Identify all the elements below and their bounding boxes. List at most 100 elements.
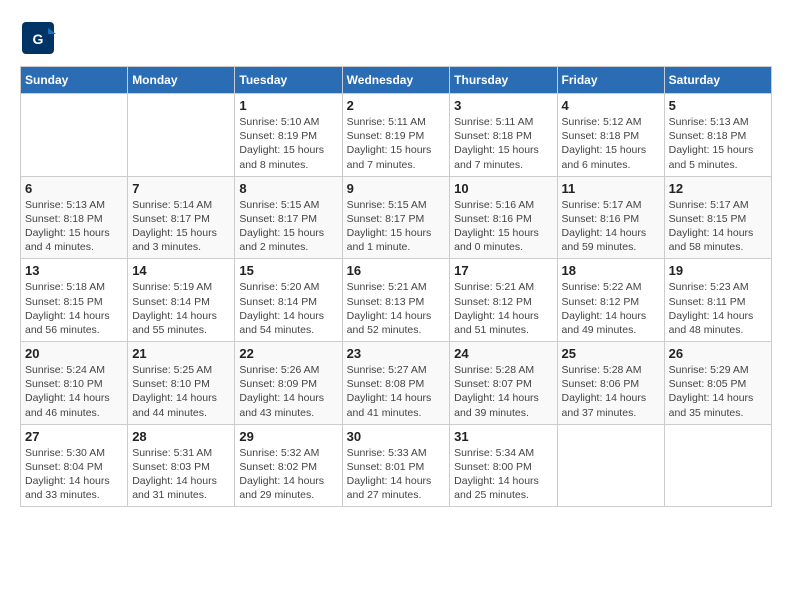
weekday-header: Saturday	[664, 67, 771, 94]
calendar-week-row: 6Sunrise: 5:13 AM Sunset: 8:18 PM Daylig…	[21, 176, 772, 259]
day-info: Sunrise: 5:15 AM Sunset: 8:17 PM Dayligh…	[239, 198, 337, 255]
calendar-cell: 22 Sunrise: 5:26 AM Sunset: 8:09 PM Dayli…	[235, 342, 342, 425]
day-info: Sunrise: 5:22 AM Sunset: 8:12 PM Dayligh…	[562, 280, 660, 337]
calendar-cell	[21, 94, 128, 177]
day-number: 14	[132, 263, 230, 278]
day-number: 4	[562, 98, 660, 113]
day-info: Sunrise: 5:16 AM Sunset: 8:16 PM Dayligh…	[454, 198, 552, 255]
day-info: Sunrise: 5:28 AM Sunset: 8:06 PM Dayligh…	[562, 363, 660, 420]
calendar-cell: 19Sunrise: 5:23 AM Sunset: 8:11 PM Dayli…	[664, 259, 771, 342]
day-info: Sunrise: 5:17 AM Sunset: 8:15 PM Dayligh…	[669, 198, 767, 255]
day-number: 26	[669, 346, 767, 361]
calendar-cell: 18 Sunrise: 5:22 AM Sunset: 8:12 PM Dayli…	[557, 259, 664, 342]
day-number: 5	[669, 98, 767, 113]
calendar-cell	[128, 94, 235, 177]
calendar-cell: 11 Sunrise: 5:17 AM Sunset: 8:16 PM Dayli…	[557, 176, 664, 259]
day-number: 15	[239, 263, 337, 278]
weekday-header: Thursday	[450, 67, 557, 94]
day-number: 3	[454, 98, 552, 113]
calendar-cell: 2Sunrise: 5:11 AM Sunset: 8:19 PM Daylig…	[342, 94, 450, 177]
day-info: Sunrise: 5:25 AM Sunset: 8:10 PM Dayligh…	[132, 363, 230, 420]
day-info: Sunrise: 5:13 AM Sunset: 8:18 PM Dayligh…	[25, 198, 123, 255]
svg-text:G: G	[33, 31, 44, 47]
calendar-cell: 17Sunrise: 5:21 AM Sunset: 8:12 PM Dayli…	[450, 259, 557, 342]
day-number: 24	[454, 346, 552, 361]
calendar-week-row: 1Sunrise: 5:10 AM Sunset: 8:19 PM Daylig…	[21, 94, 772, 177]
day-info: Sunrise: 5:18 AM Sunset: 8:15 PM Dayligh…	[25, 280, 123, 337]
calendar-cell: 26 Sunrise: 5:29 AM Sunset: 8:05 PM Dayli…	[664, 342, 771, 425]
day-info: Sunrise: 5:17 AM Sunset: 8:16 PM Dayligh…	[562, 198, 660, 255]
page-header: G	[20, 20, 772, 56]
day-number: 22	[239, 346, 337, 361]
calendar-cell: 29 Sunrise: 5:32 AM Sunset: 8:02 PM Dayli…	[235, 424, 342, 507]
day-info: Sunrise: 5:10 AM Sunset: 8:19 PM Dayligh…	[239, 115, 337, 172]
day-info: Sunrise: 5:31 AM Sunset: 8:03 PM Dayligh…	[132, 446, 230, 503]
calendar-week-row: 13 Sunrise: 5:18 AM Sunset: 8:15 PM Dayli…	[21, 259, 772, 342]
calendar-cell: 3 Sunrise: 5:11 AM Sunset: 8:18 PM Daylig…	[450, 94, 557, 177]
calendar-cell: 5 Sunrise: 5:13 AM Sunset: 8:18 PM Daylig…	[664, 94, 771, 177]
calendar-week-row: 27Sunrise: 5:30 AM Sunset: 8:04 PM Dayli…	[21, 424, 772, 507]
calendar-cell: 31Sunrise: 5:34 AM Sunset: 8:00 PM Dayli…	[450, 424, 557, 507]
day-info: Sunrise: 5:13 AM Sunset: 8:18 PM Dayligh…	[669, 115, 767, 172]
calendar-cell: 30 Sunrise: 5:33 AM Sunset: 8:01 PM Dayli…	[342, 424, 450, 507]
calendar-cell: 8 Sunrise: 5:15 AM Sunset: 8:17 PM Daylig…	[235, 176, 342, 259]
day-number: 31	[454, 429, 552, 444]
day-number: 23	[347, 346, 446, 361]
calendar-cell: 9Sunrise: 5:15 AM Sunset: 8:17 PM Daylig…	[342, 176, 450, 259]
calendar-cell: 14 Sunrise: 5:19 AM Sunset: 8:14 PM Dayli…	[128, 259, 235, 342]
day-info: Sunrise: 5:11 AM Sunset: 8:18 PM Dayligh…	[454, 115, 552, 172]
calendar-cell: 7 Sunrise: 5:14 AM Sunset: 8:17 PM Daylig…	[128, 176, 235, 259]
calendar-cell: 24 Sunrise: 5:28 AM Sunset: 8:07 PM Dayli…	[450, 342, 557, 425]
day-info: Sunrise: 5:26 AM Sunset: 8:09 PM Dayligh…	[239, 363, 337, 420]
calendar-cell: 4 Sunrise: 5:12 AM Sunset: 8:18 PM Daylig…	[557, 94, 664, 177]
day-number: 18	[562, 263, 660, 278]
day-info: Sunrise: 5:14 AM Sunset: 8:17 PM Dayligh…	[132, 198, 230, 255]
calendar-cell: 27Sunrise: 5:30 AM Sunset: 8:04 PM Dayli…	[21, 424, 128, 507]
logo-icon: G	[20, 20, 56, 56]
day-number: 16	[347, 263, 446, 278]
calendar-cell: 28 Sunrise: 5:31 AM Sunset: 8:03 PM Dayli…	[128, 424, 235, 507]
day-info: Sunrise: 5:21 AM Sunset: 8:13 PM Dayligh…	[347, 280, 446, 337]
calendar-week-row: 20 Sunrise: 5:24 AM Sunset: 8:10 PM Dayli…	[21, 342, 772, 425]
calendar-cell: 25Sunrise: 5:28 AM Sunset: 8:06 PM Dayli…	[557, 342, 664, 425]
calendar-cell: 16 Sunrise: 5:21 AM Sunset: 8:13 PM Dayli…	[342, 259, 450, 342]
calendar-cell: 12 Sunrise: 5:17 AM Sunset: 8:15 PM Dayli…	[664, 176, 771, 259]
day-info: Sunrise: 5:24 AM Sunset: 8:10 PM Dayligh…	[25, 363, 123, 420]
day-number: 8	[239, 181, 337, 196]
day-number: 12	[669, 181, 767, 196]
weekday-header-row: SundayMondayTuesdayWednesdayThursdayFrid…	[21, 67, 772, 94]
day-number: 20	[25, 346, 123, 361]
day-info: Sunrise: 5:20 AM Sunset: 8:14 PM Dayligh…	[239, 280, 337, 337]
day-info: Sunrise: 5:11 AM Sunset: 8:19 PM Dayligh…	[347, 115, 446, 172]
calendar-cell: 13 Sunrise: 5:18 AM Sunset: 8:15 PM Dayli…	[21, 259, 128, 342]
day-info: Sunrise: 5:30 AM Sunset: 8:04 PM Dayligh…	[25, 446, 123, 503]
weekday-header: Sunday	[21, 67, 128, 94]
weekday-header: Friday	[557, 67, 664, 94]
day-number: 28	[132, 429, 230, 444]
day-number: 7	[132, 181, 230, 196]
day-info: Sunrise: 5:19 AM Sunset: 8:14 PM Dayligh…	[132, 280, 230, 337]
calendar-table: SundayMondayTuesdayWednesdayThursdayFrid…	[20, 66, 772, 507]
calendar-cell	[557, 424, 664, 507]
day-number: 10	[454, 181, 552, 196]
calendar-cell: 10 Sunrise: 5:16 AM Sunset: 8:16 PM Dayli…	[450, 176, 557, 259]
day-number: 11	[562, 181, 660, 196]
day-number: 13	[25, 263, 123, 278]
calendar-cell: 15 Sunrise: 5:20 AM Sunset: 8:14 PM Dayli…	[235, 259, 342, 342]
day-number: 30	[347, 429, 446, 444]
day-number: 29	[239, 429, 337, 444]
day-number: 17	[454, 263, 552, 278]
day-number: 9	[347, 181, 446, 196]
day-info: Sunrise: 5:27 AM Sunset: 8:08 PM Dayligh…	[347, 363, 446, 420]
calendar-cell: 23 Sunrise: 5:27 AM Sunset: 8:08 PM Dayli…	[342, 342, 450, 425]
calendar-cell: 21Sunrise: 5:25 AM Sunset: 8:10 PM Dayli…	[128, 342, 235, 425]
calendar-cell	[664, 424, 771, 507]
day-info: Sunrise: 5:29 AM Sunset: 8:05 PM Dayligh…	[669, 363, 767, 420]
calendar-cell: 6Sunrise: 5:13 AM Sunset: 8:18 PM Daylig…	[21, 176, 128, 259]
day-info: Sunrise: 5:12 AM Sunset: 8:18 PM Dayligh…	[562, 115, 660, 172]
day-info: Sunrise: 5:23 AM Sunset: 8:11 PM Dayligh…	[669, 280, 767, 337]
day-info: Sunrise: 5:32 AM Sunset: 8:02 PM Dayligh…	[239, 446, 337, 503]
day-info: Sunrise: 5:33 AM Sunset: 8:01 PM Dayligh…	[347, 446, 446, 503]
day-info: Sunrise: 5:28 AM Sunset: 8:07 PM Dayligh…	[454, 363, 552, 420]
calendar-cell: 1Sunrise: 5:10 AM Sunset: 8:19 PM Daylig…	[235, 94, 342, 177]
